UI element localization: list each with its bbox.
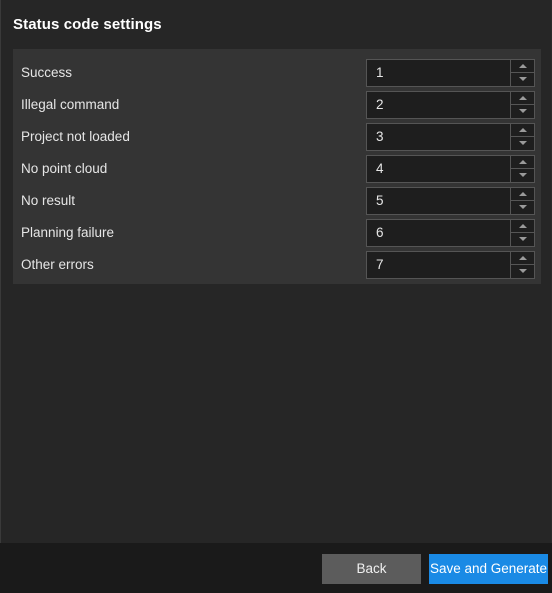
status-code-label: Success: [21, 65, 73, 80]
dialog-footer: Back Save and Generate: [0, 543, 552, 593]
status-code-row: Planning failure 6: [13, 217, 541, 249]
spinner-buttons: [510, 252, 534, 278]
status-code-spinbox[interactable]: 6: [366, 219, 535, 247]
back-button[interactable]: Back: [322, 554, 421, 584]
dialog-content: Status code settings Success 1 Illegal com…: [1, 0, 551, 543]
spinner-buttons: [510, 124, 534, 150]
triangle-down-icon[interactable]: [511, 73, 534, 85]
status-code-spinbox[interactable]: 7: [366, 251, 535, 279]
status-code-spinbox[interactable]: 5: [366, 187, 535, 215]
status-code-settings-dialog: Status code settings Success 1 Illegal com…: [0, 0, 552, 593]
status-code-value[interactable]: 3: [376, 124, 384, 150]
status-code-row: Illegal command 2: [13, 89, 541, 121]
triangle-down-icon[interactable]: [511, 201, 534, 213]
status-code-value[interactable]: 7: [376, 252, 384, 278]
triangle-up-icon[interactable]: [511, 252, 534, 265]
triangle-down-icon[interactable]: [511, 137, 534, 149]
status-code-value[interactable]: 1: [376, 60, 384, 86]
save-and-generate-button[interactable]: Save and Generate: [429, 554, 548, 584]
triangle-down-icon[interactable]: [511, 169, 534, 181]
spinner-buttons: [510, 220, 534, 246]
status-code-label: No point cloud: [21, 161, 108, 176]
triangle-down-icon[interactable]: [511, 265, 534, 277]
status-code-label: No result: [21, 193, 76, 208]
triangle-up-icon[interactable]: [511, 188, 534, 201]
page-title: Status code settings: [13, 16, 162, 33]
triangle-up-icon[interactable]: [511, 92, 534, 105]
status-code-settings-card: Success 1 Illegal command 2 Project not load…: [13, 49, 541, 284]
status-code-row: Other errors 7: [13, 249, 541, 281]
status-code-spinbox[interactable]: 4: [366, 155, 535, 183]
spinner-buttons: [510, 188, 534, 214]
status-code-value[interactable]: 2: [376, 92, 384, 118]
triangle-down-icon[interactable]: [511, 105, 534, 117]
status-code-spinbox[interactable]: 1: [366, 59, 535, 87]
triangle-up-icon[interactable]: [511, 124, 534, 137]
status-code-row: Project not loaded 3: [13, 121, 541, 153]
status-code-label: Project not loaded: [21, 129, 130, 144]
triangle-down-icon[interactable]: [511, 233, 534, 245]
status-code-label: Illegal command: [21, 97, 120, 112]
status-code-label: Other errors: [21, 257, 94, 272]
status-code-spinbox[interactable]: 2: [366, 91, 535, 119]
status-code-spinbox[interactable]: 3: [366, 123, 535, 151]
spinner-buttons: [510, 92, 534, 118]
triangle-up-icon[interactable]: [511, 60, 534, 73]
spinner-buttons: [510, 60, 534, 86]
triangle-up-icon[interactable]: [511, 156, 534, 169]
status-code-row: No point cloud 4: [13, 153, 541, 185]
status-code-value[interactable]: 4: [376, 156, 384, 182]
status-code-label: Planning failure: [21, 225, 115, 240]
status-code-value[interactable]: 6: [376, 220, 384, 246]
triangle-up-icon[interactable]: [511, 220, 534, 233]
status-code-row: No result 5: [13, 185, 541, 217]
status-code-row: Success 1: [13, 57, 541, 89]
spinner-buttons: [510, 156, 534, 182]
status-code-value[interactable]: 5: [376, 188, 384, 214]
